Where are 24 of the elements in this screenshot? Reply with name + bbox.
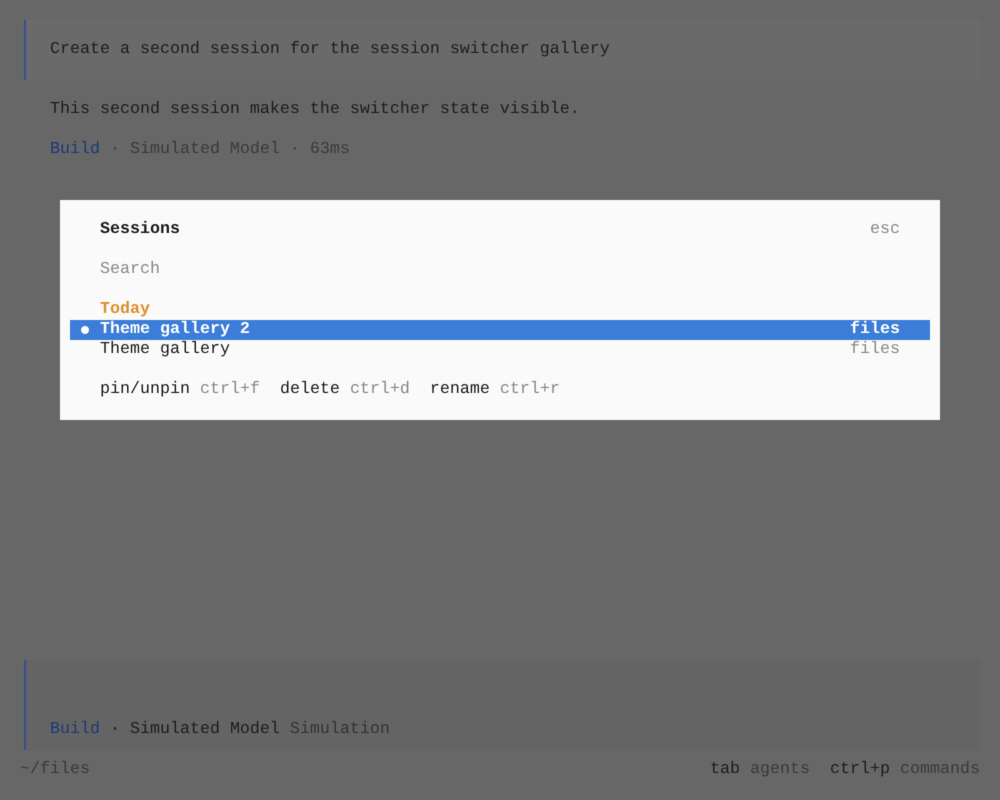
dot-icon <box>81 326 89 334</box>
agent-name: Build <box>50 140 100 160</box>
shortcut-key: ctrl+f <box>200 380 260 400</box>
model-name: Simulated Model <box>130 720 280 740</box>
session-title: Theme gallery <box>100 340 231 360</box>
session-directory: files <box>850 340 900 360</box>
session-item[interactable]: Theme gallery 2 files <box>70 320 930 340</box>
session-directory: files <box>850 320 900 340</box>
dialog-title: Sessions <box>100 220 180 240</box>
shortcut-key: ctrl+r <box>500 380 560 400</box>
shortcut-key: tab <box>710 760 740 780</box>
shortcut-key: ctrl+d <box>350 380 410 400</box>
shortcut-label: delete <box>280 380 340 400</box>
session-title: Theme gallery 2 <box>100 320 251 340</box>
shortcut-label: rename <box>430 380 490 400</box>
session-item[interactable]: Theme gallery files <box>70 340 930 360</box>
separator-dot: · <box>110 720 120 740</box>
agent-name: Build <box>50 720 100 740</box>
shortcut-label: pin/unpin <box>100 380 190 400</box>
search-field[interactable]: Search <box>100 260 900 280</box>
shortcut-key: ctrl+p <box>830 760 890 780</box>
assistant-reply: This second session makes the switcher state visible. <box>49 100 581 120</box>
group-label: Today <box>100 300 151 320</box>
close-hint[interactable]: esc <box>870 220 900 240</box>
